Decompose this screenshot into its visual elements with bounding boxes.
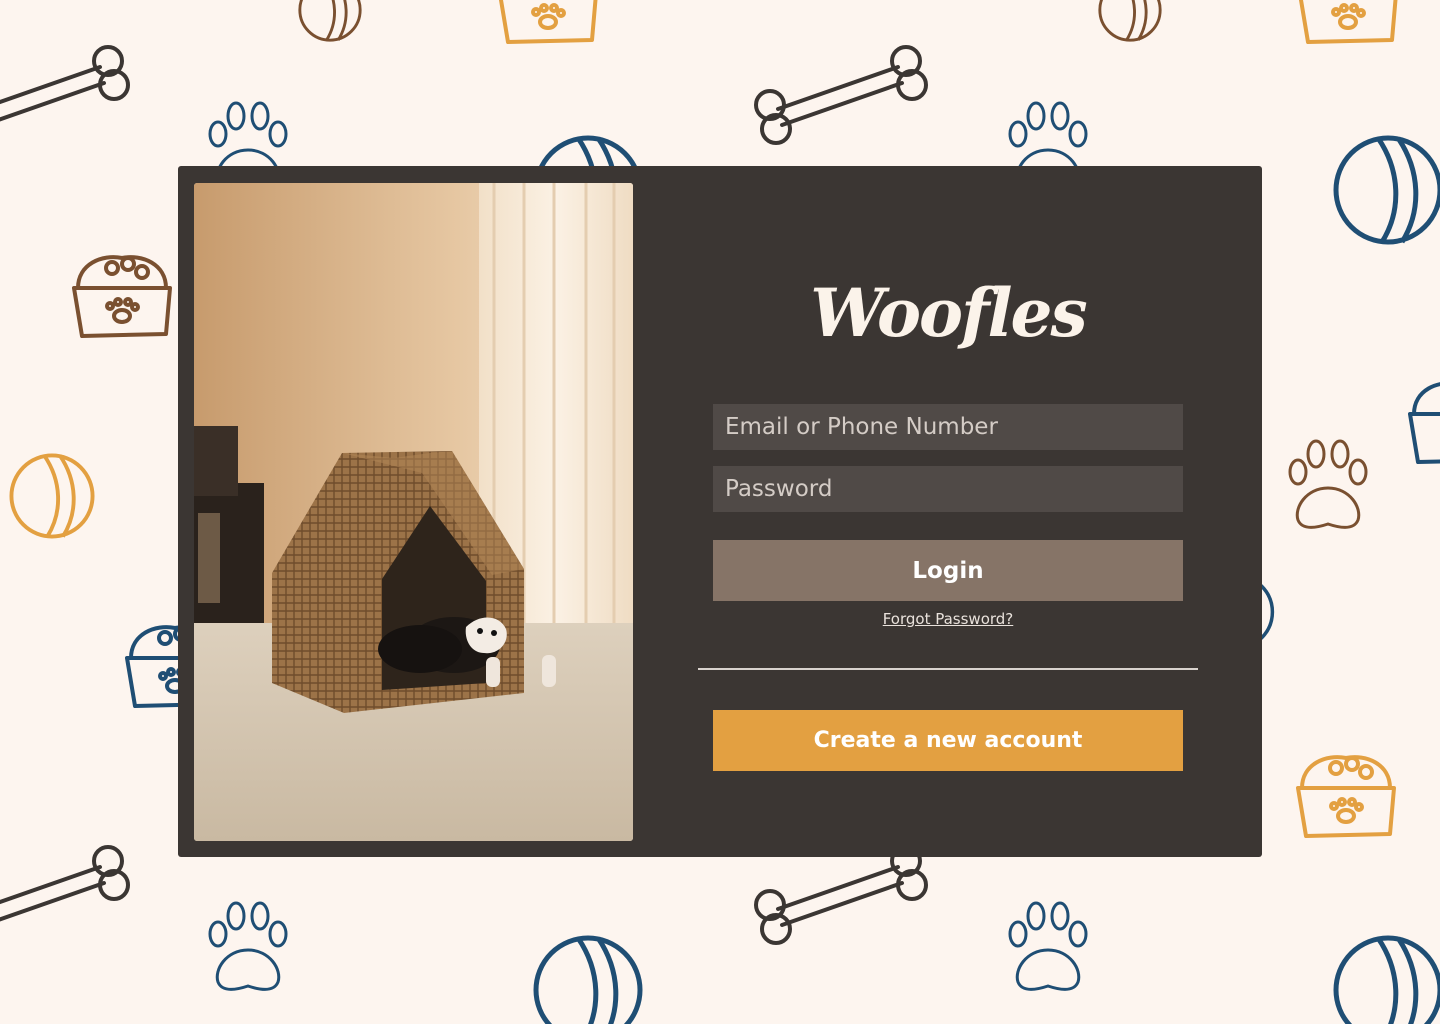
- pet-food-bowl-icon: [72, 255, 172, 338]
- pet-food-bowl-icon: [1408, 381, 1440, 464]
- photo-illustration: [194, 183, 633, 841]
- tennis-ball-icon: [9, 453, 95, 539]
- pet-food-bowl-icon: [498, 0, 598, 45]
- tennis-ball-icon: [536, 938, 640, 1024]
- forgot-password-link[interactable]: Forgot Password?: [713, 610, 1183, 628]
- login-button[interactable]: Login: [713, 540, 1183, 601]
- bone-icon: [754, 845, 928, 945]
- login-card: Woofles Login Forgot Password? Create a …: [178, 166, 1262, 857]
- password-input[interactable]: [713, 466, 1183, 512]
- form-divider: [698, 668, 1198, 670]
- dog-in-wicker-house-photo: [194, 183, 633, 841]
- bone-icon: [0, 845, 130, 945]
- tennis-ball-icon: [1336, 938, 1440, 1024]
- pet-food-bowl-icon: [1298, 0, 1398, 45]
- pet-food-bowl-icon: [1296, 755, 1396, 838]
- woofles-logo: Woofles: [810, 274, 1087, 352]
- login-form: Woofles Login Forgot Password? Create a …: [698, 166, 1238, 857]
- bone-icon: [754, 45, 928, 145]
- bone-icon: [0, 45, 130, 145]
- paw-print-icon: [208, 901, 288, 991]
- tennis-ball-icon: [1336, 138, 1440, 242]
- tennis-ball-icon: [1098, 0, 1162, 42]
- email-or-phone-input[interactable]: [713, 404, 1183, 450]
- create-account-button[interactable]: Create a new account: [713, 710, 1183, 771]
- tennis-ball-icon: [298, 0, 362, 42]
- paw-print-icon: [1288, 439, 1368, 529]
- paw-print-icon: [1008, 901, 1088, 991]
